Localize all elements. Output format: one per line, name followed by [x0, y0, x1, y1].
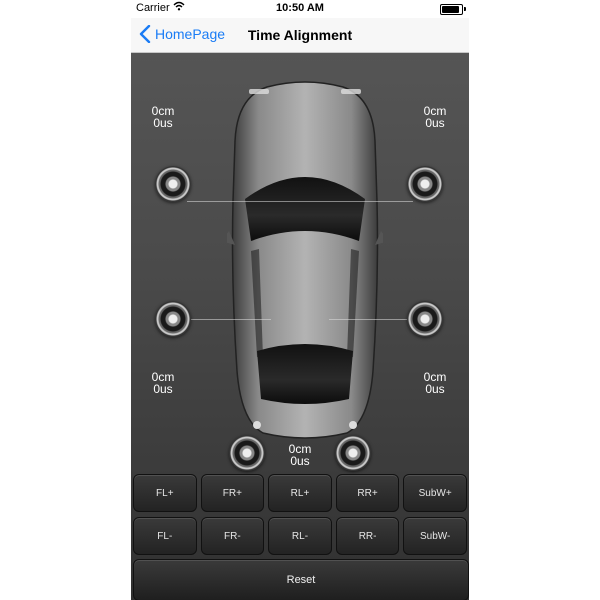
reset-button[interactable]: Reset	[133, 559, 469, 600]
rl-increase-button[interactable]: RL+	[268, 474, 332, 512]
rear-left-readout: 0cm 0us	[133, 371, 193, 395]
rear-guide-line-right	[329, 319, 413, 320]
fr-increase-button[interactable]: FR+	[200, 474, 265, 512]
rear-right-speaker[interactable]	[407, 301, 443, 337]
fl-decrease-button[interactable]: FL-	[133, 517, 197, 555]
back-button[interactable]: HomePage	[139, 25, 225, 43]
front-guide-line	[187, 201, 413, 202]
rear-left-speaker[interactable]	[155, 301, 191, 337]
rr-increase-button[interactable]: RR+	[335, 474, 400, 512]
rear-right-readout: 0cm 0us	[405, 371, 465, 395]
time-alignment-panel: 0cm 0us 0cm 0us 0cm 0us 0cm 0us 0cm 0us …	[131, 53, 469, 600]
subwoofer-readout: 0cm 0us	[270, 443, 330, 467]
navigation-bar: HomePage Time Alignment	[131, 18, 469, 53]
phone-screen: Carrier 10:50 AM HomePage Time Alignment	[131, 0, 469, 600]
rl-decrease-button[interactable]: RL-	[268, 517, 332, 555]
front-left-readout: 0cm 0us	[133, 105, 193, 129]
subw-increase-button[interactable]: SubW+	[403, 474, 467, 512]
subwoofer-right-speaker[interactable]	[335, 435, 371, 471]
car-top-view-image	[227, 81, 383, 439]
increase-button-row: FL+ FR+ RL+ RR+ SubW+	[133, 474, 467, 512]
subwoofer-delay: 0us	[290, 454, 310, 468]
rear-guide-line-left	[187, 319, 271, 320]
fl-increase-button[interactable]: FL+	[133, 474, 197, 512]
rear-left-delay: 0us	[153, 382, 173, 396]
chevron-left-icon	[139, 25, 151, 43]
front-left-speaker[interactable]	[155, 166, 191, 202]
rr-decrease-button[interactable]: RR-	[335, 517, 400, 555]
back-button-label: HomePage	[155, 26, 226, 42]
battery-icon	[440, 4, 466, 15]
status-bar: Carrier 10:50 AM	[131, 0, 469, 18]
front-right-readout: 0cm 0us	[405, 105, 465, 129]
front-right-speaker[interactable]	[407, 166, 443, 202]
subwoofer-left-speaker[interactable]	[229, 435, 265, 471]
rear-right-delay: 0us	[425, 382, 445, 396]
front-left-delay: 0us	[153, 116, 173, 130]
status-time: 10:50 AM	[276, 2, 324, 14]
fr-decrease-button[interactable]: FR-	[200, 517, 265, 555]
front-right-delay: 0us	[425, 116, 445, 130]
decrease-button-row: FL- FR- RL- RR- SubW-	[133, 517, 467, 555]
subw-decrease-button[interactable]: SubW-	[403, 517, 467, 555]
